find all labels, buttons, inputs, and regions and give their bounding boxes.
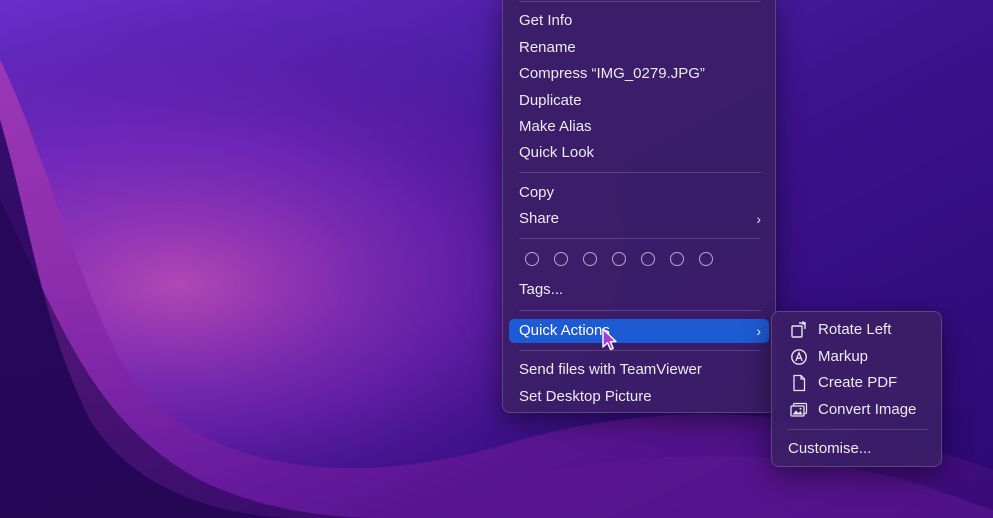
menu-item-label: Tags... — [519, 281, 564, 298]
menu-item-compress[interactable]: Compress “IMG_0279.JPG” — [509, 62, 769, 86]
menu-item-label: Compress “IMG_0279.JPG” — [519, 65, 705, 82]
menu-separator — [519, 172, 761, 173]
menu-item-label: Duplicate — [519, 92, 582, 109]
submenu-item-markup[interactable]: Markup — [778, 345, 935, 369]
submenu-item-customise[interactable]: Customise... — [778, 437, 935, 461]
submenu-item-label: Convert Image — [818, 401, 917, 418]
menu-item-label: Copy — [519, 184, 555, 201]
menu-separator — [519, 1, 761, 2]
submenu-item-convert-image[interactable]: Convert Image — [778, 398, 935, 422]
menu-item-label: Share — [519, 210, 560, 227]
context-menu: Get Info Rename Compress “IMG_0279.JPG” … — [502, 0, 776, 413]
menu-separator — [519, 238, 761, 239]
submenu-item-label: Create PDF — [818, 374, 898, 391]
submenu-item-label: Customise... — [788, 440, 872, 457]
menu-item-label: Make Alias — [519, 118, 592, 135]
tag-color-circle[interactable] — [612, 252, 626, 266]
quick-actions-submenu: Rotate Left Markup Create PDF Convert Im… — [771, 311, 942, 467]
tag-color-circle[interactable] — [583, 252, 597, 266]
menu-item-label: Get Info — [519, 12, 573, 29]
menu-item-share[interactable]: Share › — [509, 207, 769, 231]
menu-item-duplicate[interactable]: Duplicate — [509, 89, 769, 113]
menu-item-tags[interactable]: Tags... — [509, 278, 769, 302]
tag-color-circle[interactable] — [641, 252, 655, 266]
menu-item-make-alias[interactable]: Make Alias — [509, 115, 769, 139]
menu-item-label: Set Desktop Picture — [519, 388, 652, 405]
menu-item-label: Send files with TeamViewer — [519, 361, 702, 378]
photos-icon — [790, 402, 808, 417]
mouse-pointer-icon — [602, 328, 617, 351]
document-icon — [793, 374, 806, 392]
menu-item-label: Rename — [519, 39, 576, 56]
menu-separator — [519, 350, 761, 351]
menu-separator — [519, 310, 761, 311]
menu-item-label: Quick Look — [519, 144, 595, 161]
markup-icon — [791, 349, 807, 365]
menu-item-rename[interactable]: Rename — [509, 36, 769, 60]
menu-item-label: Quick Actions — [519, 322, 610, 339]
menu-item-set-desktop-picture[interactable]: Set Desktop Picture — [509, 385, 769, 409]
chevron-right-icon: › — [756, 323, 761, 339]
tag-color-circle[interactable] — [670, 252, 684, 266]
chevron-right-icon: › — [756, 211, 761, 227]
menu-item-send-teamviewer[interactable]: Send files with TeamViewer — [509, 358, 769, 382]
menu-separator — [787, 429, 928, 430]
submenu-item-label: Rotate Left — [818, 321, 892, 338]
menu-item-quick-actions[interactable]: Quick Actions › — [509, 319, 769, 343]
rotate-left-icon — [791, 321, 807, 338]
submenu-item-label: Markup — [818, 348, 869, 365]
menu-item-copy[interactable]: Copy — [509, 181, 769, 205]
tag-color-circle[interactable] — [699, 252, 713, 266]
menu-item-get-info[interactable]: Get Info — [509, 9, 769, 33]
menu-item-quick-look[interactable]: Quick Look — [509, 141, 769, 165]
submenu-item-create-pdf[interactable]: Create PDF — [778, 371, 935, 395]
tag-color-circle[interactable] — [554, 252, 568, 266]
tag-color-circle[interactable] — [525, 252, 539, 266]
submenu-item-rotate-left[interactable]: Rotate Left — [778, 318, 935, 342]
